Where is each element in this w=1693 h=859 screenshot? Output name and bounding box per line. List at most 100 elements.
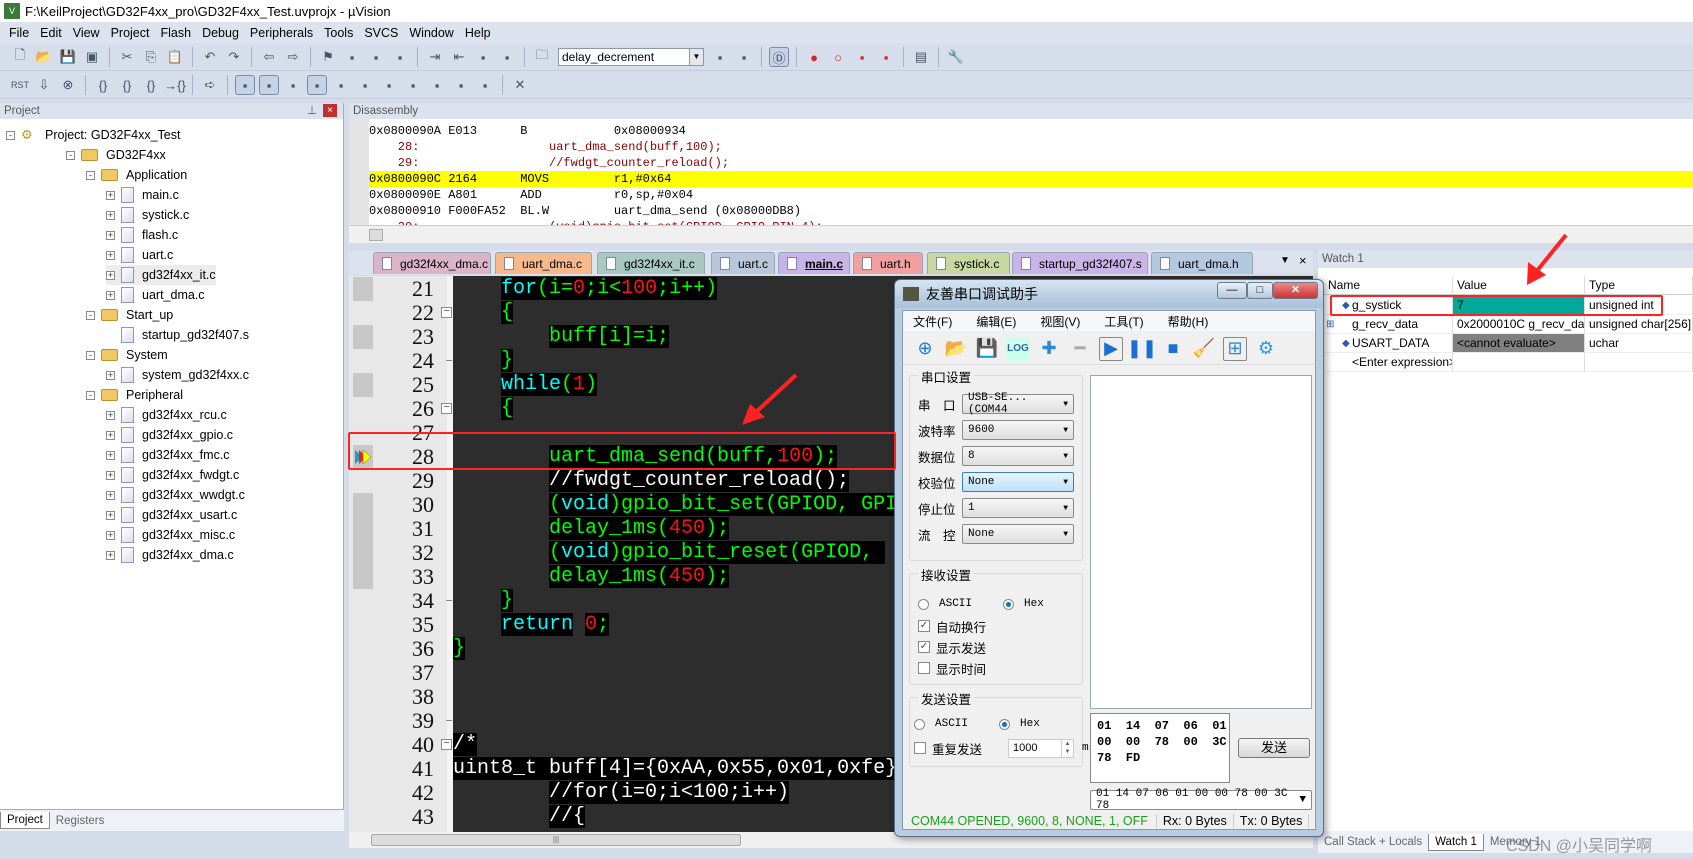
collapse-icon[interactable]: - xyxy=(86,310,95,320)
tree-item-file[interactable]: + gd32f4xx_fmc.c xyxy=(106,445,230,465)
tree-item-file[interactable]: + main.c xyxy=(106,185,179,205)
expand-icon[interactable]: + xyxy=(106,370,115,380)
new-file-icon[interactable]: 🗋 xyxy=(10,47,30,67)
column-header-name[interactable]: Name xyxy=(1324,276,1453,295)
browse-icon[interactable]: ▪ xyxy=(734,47,754,67)
scroll-thumb[interactable]: ||| xyxy=(371,834,741,846)
expand-icon[interactable]: + xyxy=(106,430,115,440)
settings-gear-icon[interactable]: ⚙ xyxy=(1254,337,1278,361)
configure-icon[interactable]: 🔧 xyxy=(946,47,966,67)
new-window-icon[interactable]: ⊞ xyxy=(1223,336,1247,361)
bottom-tab-watch-1[interactable]: Watch 1 xyxy=(1428,833,1484,851)
bottom-tab-call-stack-locals[interactable]: Call Stack + Locals xyxy=(1318,834,1428,850)
tree-item-file[interactable]: + gd32f4xx_misc.c xyxy=(106,525,235,545)
watch-value-cell[interactable]: 0x2000010C g_recv_da... xyxy=(1453,315,1585,334)
window-layout-icon[interactable]: ▤ xyxy=(911,47,931,67)
expand-icon[interactable]: + xyxy=(106,450,115,460)
dialog-menu-item[interactable]: 视图(V) xyxy=(1040,313,1080,330)
tree-item-folder[interactable]: - Start_up xyxy=(86,305,173,325)
incremental-find-icon[interactable]: ▪ xyxy=(710,47,730,67)
collapse-icon[interactable]: - xyxy=(6,130,15,140)
watch-name-cell[interactable]: ◆ USART_DATA xyxy=(1324,334,1453,353)
setting-combo[interactable]: None ▼ xyxy=(962,472,1074,492)
expand-icon[interactable]: + xyxy=(106,550,115,560)
tab-uart_dma-c[interactable]: uart_dma.c xyxy=(495,252,592,274)
minimize-button[interactable]: — xyxy=(1217,282,1247,299)
close-tab-icon[interactable]: × xyxy=(1299,253,1307,268)
menu-view[interactable]: View xyxy=(70,26,108,40)
tree-item-file[interactable]: + gd32f4xx_fwdgt.c xyxy=(106,465,239,485)
tree-item-file[interactable]: + gd32f4xx_wwdgt.c xyxy=(106,485,245,505)
fold-collapse-icon[interactable]: − xyxy=(441,739,452,750)
bottom-tab-project[interactable]: Project xyxy=(0,812,50,829)
watch-value-cell[interactable] xyxy=(1453,353,1585,372)
dialog-menu-item[interactable]: 工具(T) xyxy=(1104,313,1143,330)
receive-option-checkbox[interactable]: ✓ xyxy=(918,641,930,653)
breakpoint-disable-all-icon[interactable]: ▪ xyxy=(852,47,872,67)
dialog-menu-item[interactable]: 编辑(E) xyxy=(976,313,1016,330)
disassembly-row[interactable]: 0x08000910 F000FA52 BL.W uart_dma_send (… xyxy=(369,203,1693,219)
menu-file[interactable]: File xyxy=(6,26,37,40)
tree-item-file[interactable]: + system_gd32f4xx.c xyxy=(106,365,249,385)
remove-icon[interactable]: ━ xyxy=(1068,337,1092,361)
command-window-icon[interactable]: ▪ xyxy=(235,75,255,95)
menu-tools[interactable]: Tools xyxy=(321,26,361,40)
tab-systick-c[interactable]: systick.c xyxy=(927,252,1010,274)
menu-flash[interactable]: Flash xyxy=(157,26,199,40)
step-into-icon[interactable]: {} xyxy=(93,75,113,95)
pause-icon[interactable]: ❚❚ xyxy=(1127,337,1157,361)
tree-item-file[interactable]: + systick.c xyxy=(106,205,189,225)
spin-arrows-icon[interactable]: ▲ ▼ xyxy=(1061,739,1073,757)
expand-icon[interactable]: + xyxy=(106,210,115,220)
redo-icon[interactable]: ↷ xyxy=(224,47,244,67)
save-all-icon[interactable]: ▣ xyxy=(82,47,102,67)
receive-textarea[interactable] xyxy=(1090,375,1312,709)
nav-forward-icon[interactable]: ⇨ xyxy=(283,47,303,67)
step-over-icon[interactable]: {} xyxy=(117,75,137,95)
fold-collapse-icon[interactable]: − xyxy=(441,403,452,414)
receive-ascii-radio[interactable] xyxy=(918,598,929,610)
send-history-combo[interactable]: 01 14 07 06 01 00 00 78 00 3C 78 ▼ xyxy=(1090,788,1312,812)
stop-icon[interactable]: ■ xyxy=(1161,337,1185,361)
run-icon[interactable]: ⇩ xyxy=(34,75,54,95)
close-icon[interactable]: × xyxy=(323,104,337,117)
column-header-value[interactable]: Value xyxy=(1453,276,1585,295)
tab-uart-h[interactable]: uart.h xyxy=(853,252,923,274)
nav-back-icon[interactable]: ⇦ xyxy=(259,47,279,67)
dialog-title-bar[interactable]: 友善串口调试助手 — □ ✕ xyxy=(895,280,1323,308)
bookmark-icon[interactable]: ⚑ xyxy=(318,47,338,67)
tree-item-project[interactable]: - ⚙ Project: GD32F4xx_Test xyxy=(6,125,180,145)
tree-item-file[interactable]: startup_gd32f407.s xyxy=(106,325,249,345)
watch-value-cell[interactable]: <cannot evaluate> xyxy=(1453,334,1585,353)
breakpoint-icon[interactable]: ● xyxy=(804,47,824,67)
menu-window[interactable]: Window xyxy=(406,26,461,40)
menu-help[interactable]: Help xyxy=(462,26,499,40)
setting-combo[interactable]: 9600 ▼ xyxy=(962,420,1074,440)
tab-main-c[interactable]: main.c xyxy=(778,252,850,274)
undo-icon[interactable]: ↶ xyxy=(200,47,220,67)
indent-icon[interactable]: ⇥ xyxy=(425,47,445,67)
tree-item-folder[interactable]: - Application xyxy=(86,165,187,185)
tree-item-file[interactable]: + gd32f4xx_usart.c xyxy=(106,505,237,525)
open-icon[interactable]: 📂 xyxy=(944,337,968,361)
cut-icon[interactable]: ✂ xyxy=(117,47,137,67)
toolbox-icon[interactable]: ✕ xyxy=(510,75,530,95)
menu-svcs[interactable]: SVCS xyxy=(361,26,406,40)
open-file-icon[interactable]: 📂 xyxy=(34,47,54,67)
copy-icon[interactable]: ⎘ xyxy=(141,47,161,67)
disassembly-row[interactable]: 0x0800090C 2164 MOVS r1,#0x64 xyxy=(369,171,1693,187)
watch-name-cell[interactable]: ⊞ g_recv_data xyxy=(1324,315,1453,334)
clear-broom-icon[interactable]: 🧹 xyxy=(1192,337,1216,361)
save-icon[interactable]: 💾 xyxy=(58,47,78,67)
expand-icon[interactable]: + xyxy=(106,270,115,280)
repeat-send-checkbox[interactable] xyxy=(914,742,926,754)
tree-item-file[interactable]: + gd32f4xx_gpio.c xyxy=(106,425,233,445)
watch-name-cell[interactable]: <Enter expression> xyxy=(1324,353,1453,372)
expand-icon[interactable]: + xyxy=(106,510,115,520)
maximize-button[interactable]: □ xyxy=(1247,282,1273,299)
collapse-icon[interactable]: - xyxy=(66,150,75,160)
tree-item-folder[interactable]: - System xyxy=(86,345,168,365)
tab-list-chevron-icon[interactable]: ▼ xyxy=(1280,255,1290,266)
chevron-down-icon[interactable]: ▼ xyxy=(689,49,703,65)
receive-option-checkbox[interactable]: ✓ xyxy=(918,620,930,632)
